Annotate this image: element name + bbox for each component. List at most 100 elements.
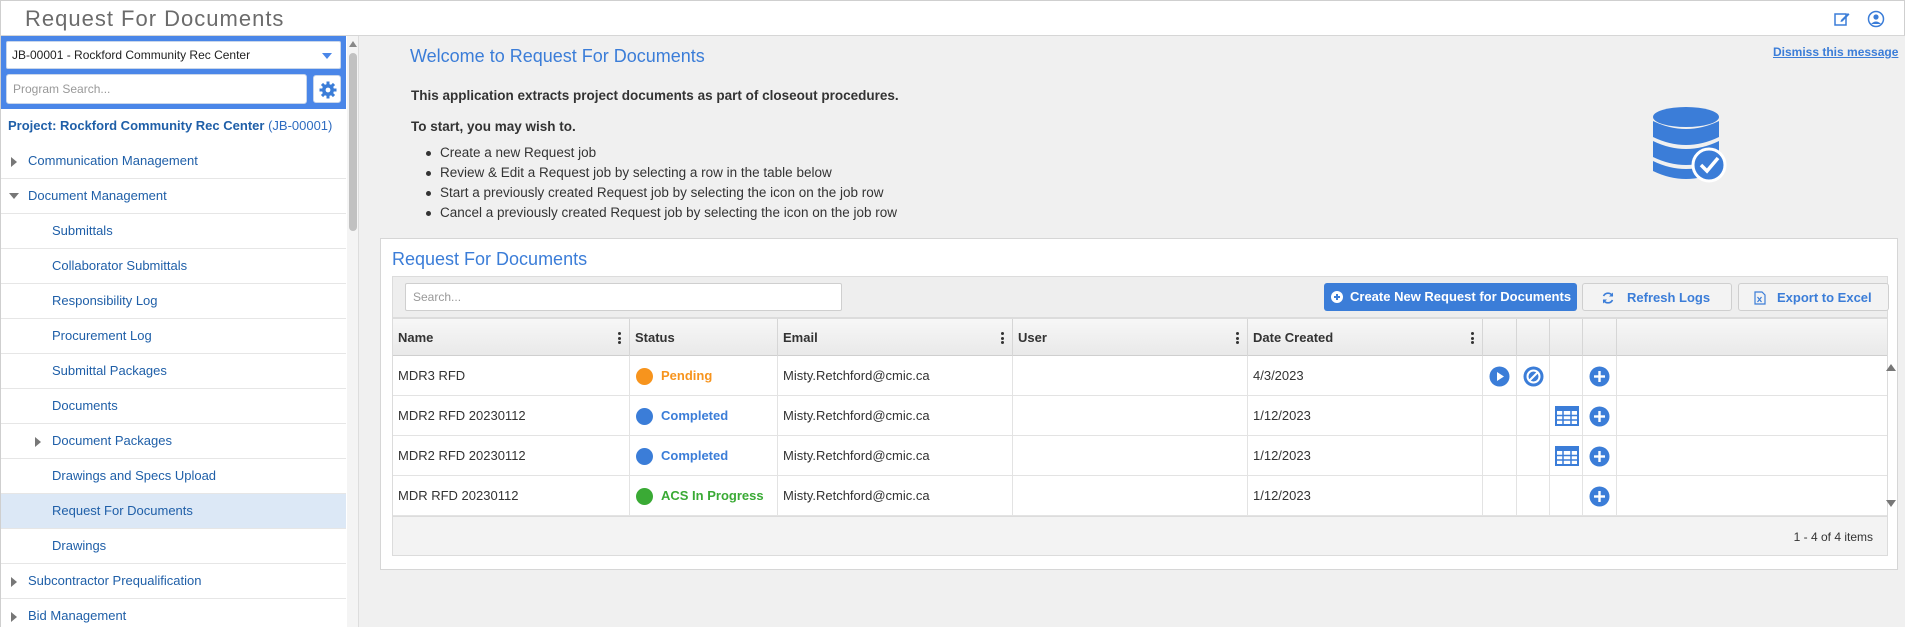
create-request-button[interactable]: Create New Request for Documents bbox=[1324, 283, 1577, 311]
refresh-logs-button[interactable]: Refresh Logs bbox=[1582, 283, 1732, 311]
sidebar: JB-00001 - Rockford Community Rec Center… bbox=[0, 36, 348, 627]
column-header-action-3 bbox=[1550, 319, 1583, 357]
column-header-label: Status bbox=[635, 330, 675, 345]
status-in-progress-dot bbox=[636, 488, 653, 505]
project-code: (JB-00001) bbox=[268, 118, 333, 133]
cell-email: Misty.Retchford@cmic.ca bbox=[778, 476, 1013, 516]
cell-action-cancel bbox=[1517, 396, 1550, 436]
grid-scroll-down-icon[interactable] bbox=[1886, 500, 1896, 507]
cell-email: Misty.Retchford@cmic.ca bbox=[778, 436, 1013, 476]
sidebar-item-document-packages[interactable]: Document Packages bbox=[1, 424, 346, 459]
column-header-label: Name bbox=[398, 330, 434, 345]
sidebar-item-label: Document Management bbox=[28, 188, 167, 203]
welcome-title: Welcome to Request For Documents bbox=[410, 46, 705, 66]
table-row[interactable]: MDR RFD 20230112 ACS In Progress Misty.R… bbox=[393, 476, 1887, 516]
cell-action-add bbox=[1583, 476, 1617, 516]
sidebar-item-subcontractor-prequalification[interactable]: Subcontractor Prequalification bbox=[1, 564, 346, 599]
sidebar-item-bid-management[interactable]: Bid Management bbox=[1, 599, 346, 627]
sidebar-item-communication-management[interactable]: Communication Management bbox=[1, 144, 346, 179]
program-search-input[interactable]: Program Search... bbox=[6, 74, 307, 104]
cell-action-view bbox=[1550, 476, 1583, 516]
welcome-bullets: Create a new Request job Review & Edit a… bbox=[425, 143, 897, 223]
column-header-name[interactable]: Name bbox=[393, 319, 630, 357]
sidebar-item-drawings-and-specs-upload[interactable]: Drawings and Specs Upload bbox=[1, 459, 346, 494]
add-icon[interactable] bbox=[1589, 406, 1610, 427]
settings-button[interactable] bbox=[313, 75, 341, 103]
sidebar-item-drawings[interactable]: Drawings bbox=[1, 529, 346, 564]
database-check-icon bbox=[1653, 107, 1727, 183]
table-row[interactable]: MDR3 RFD Pending Misty.Retchford@cmic.ca… bbox=[393, 356, 1887, 396]
grid-search-input[interactable]: Search... bbox=[405, 283, 842, 311]
sidebar-item-label: Bid Management bbox=[28, 608, 127, 623]
status-completed-dot bbox=[636, 448, 653, 465]
refresh-logs-label: Refresh Logs bbox=[1627, 290, 1711, 305]
column-header-status[interactable]: Status bbox=[630, 319, 778, 357]
table-icon[interactable] bbox=[1555, 406, 1579, 426]
status-completed-dot bbox=[636, 408, 653, 425]
user-profile-icon[interactable] bbox=[1867, 10, 1885, 28]
cell-date-created: 1/12/2023 bbox=[1248, 476, 1483, 516]
table-icon[interactable] bbox=[1555, 446, 1579, 466]
grid-scroll-up-icon[interactable] bbox=[1886, 364, 1896, 371]
cell-action-cancel bbox=[1517, 356, 1550, 396]
sidebar-item-label: Drawings bbox=[52, 538, 107, 553]
column-menu-icon[interactable] bbox=[1236, 332, 1239, 344]
sidebar-scrollbar[interactable] bbox=[347, 36, 359, 627]
table-header: Name Status Email User Date Created bbox=[393, 318, 1887, 357]
add-icon[interactable] bbox=[1589, 486, 1610, 507]
play-icon[interactable] bbox=[1489, 366, 1510, 387]
sidebar-header: JB-00001 - Rockford Community Rec Center… bbox=[1, 36, 346, 109]
column-header-label: Date Created bbox=[1253, 330, 1334, 345]
sidebar-item-document-management[interactable]: Document Management bbox=[1, 179, 346, 214]
dismiss-message-link[interactable]: Dismiss this message bbox=[1773, 45, 1898, 59]
cancel-icon[interactable] bbox=[1523, 366, 1544, 387]
table-row[interactable]: MDR2 RFD 20230112 Completed Misty.Retchf… bbox=[393, 436, 1887, 476]
column-header-user[interactable]: User bbox=[1013, 319, 1248, 357]
sidebar-item-submittals[interactable]: Submittals bbox=[1, 214, 346, 249]
sidebar-nav: Communication Management Document Manage… bbox=[1, 144, 346, 627]
cell-action-add bbox=[1583, 436, 1617, 476]
column-header-email[interactable]: Email bbox=[778, 319, 1013, 357]
column-header-action-4 bbox=[1583, 319, 1617, 357]
expand-arrow-icon bbox=[35, 437, 41, 447]
sidebar-item-documents[interactable]: Documents bbox=[1, 389, 346, 424]
cell-name: MDR2 RFD 20230112 bbox=[393, 396, 630, 436]
sidebar-item-label: Documents bbox=[52, 398, 118, 413]
cell-user bbox=[1013, 436, 1248, 476]
sidebar-item-collaborator-submittals[interactable]: Collaborator Submittals bbox=[1, 249, 346, 284]
job-select-value: JB-00001 - Rockford Community Rec Center bbox=[12, 48, 251, 62]
sidebar-item-submittal-packages[interactable]: Submittal Packages bbox=[1, 354, 346, 389]
sidebar-item-responsibility-log[interactable]: Responsibility Log bbox=[1, 284, 346, 319]
column-header-date-created[interactable]: Date Created bbox=[1248, 319, 1483, 357]
sidebar-item-request-for-documents[interactable]: Request For Documents bbox=[1, 494, 346, 529]
grid-toolbar: Search... Create New Request for Documen… bbox=[392, 276, 1889, 318]
cell-date-created: 1/12/2023 bbox=[1248, 396, 1483, 436]
column-header-action-1 bbox=[1483, 319, 1517, 357]
sidebar-scrollbar-thumb[interactable] bbox=[349, 53, 357, 231]
cell-action-add bbox=[1583, 356, 1617, 396]
list-item: Create a new Request job bbox=[425, 143, 897, 163]
expand-arrow-icon bbox=[11, 612, 17, 622]
status-pending-dot bbox=[636, 368, 653, 385]
column-menu-icon[interactable] bbox=[1001, 332, 1004, 344]
add-icon[interactable] bbox=[1589, 446, 1610, 467]
add-icon[interactable] bbox=[1589, 366, 1610, 387]
cell-name: MDR RFD 20230112 bbox=[393, 476, 630, 516]
cell-date-created: 1/12/2023 bbox=[1248, 436, 1483, 476]
job-select[interactable]: JB-00001 - Rockford Community Rec Center bbox=[6, 41, 341, 69]
column-menu-icon[interactable] bbox=[618, 332, 621, 344]
table-row[interactable]: MDR2 RFD 20230112 Completed Misty.Retchf… bbox=[393, 396, 1887, 436]
status-text: ACS In Progress bbox=[661, 488, 764, 503]
expand-arrow-icon bbox=[11, 157, 17, 167]
edit-icon[interactable] bbox=[1833, 10, 1851, 28]
create-request-label: Create New Request for Documents bbox=[1350, 289, 1572, 304]
column-header-label: Email bbox=[783, 330, 818, 345]
export-excel-button[interactable]: Export to Excel bbox=[1738, 283, 1889, 311]
expand-arrow-icon bbox=[11, 577, 17, 587]
table-footer: 1 - 4 of 4 items bbox=[393, 516, 1887, 556]
export-excel-label: Export to Excel bbox=[1777, 290, 1872, 305]
cell-status: ACS In Progress bbox=[630, 476, 778, 516]
scroll-up-arrow-icon[interactable] bbox=[349, 41, 357, 47]
sidebar-item-procurement-log[interactable]: Procurement Log bbox=[1, 319, 346, 354]
column-menu-icon[interactable] bbox=[1471, 332, 1474, 344]
